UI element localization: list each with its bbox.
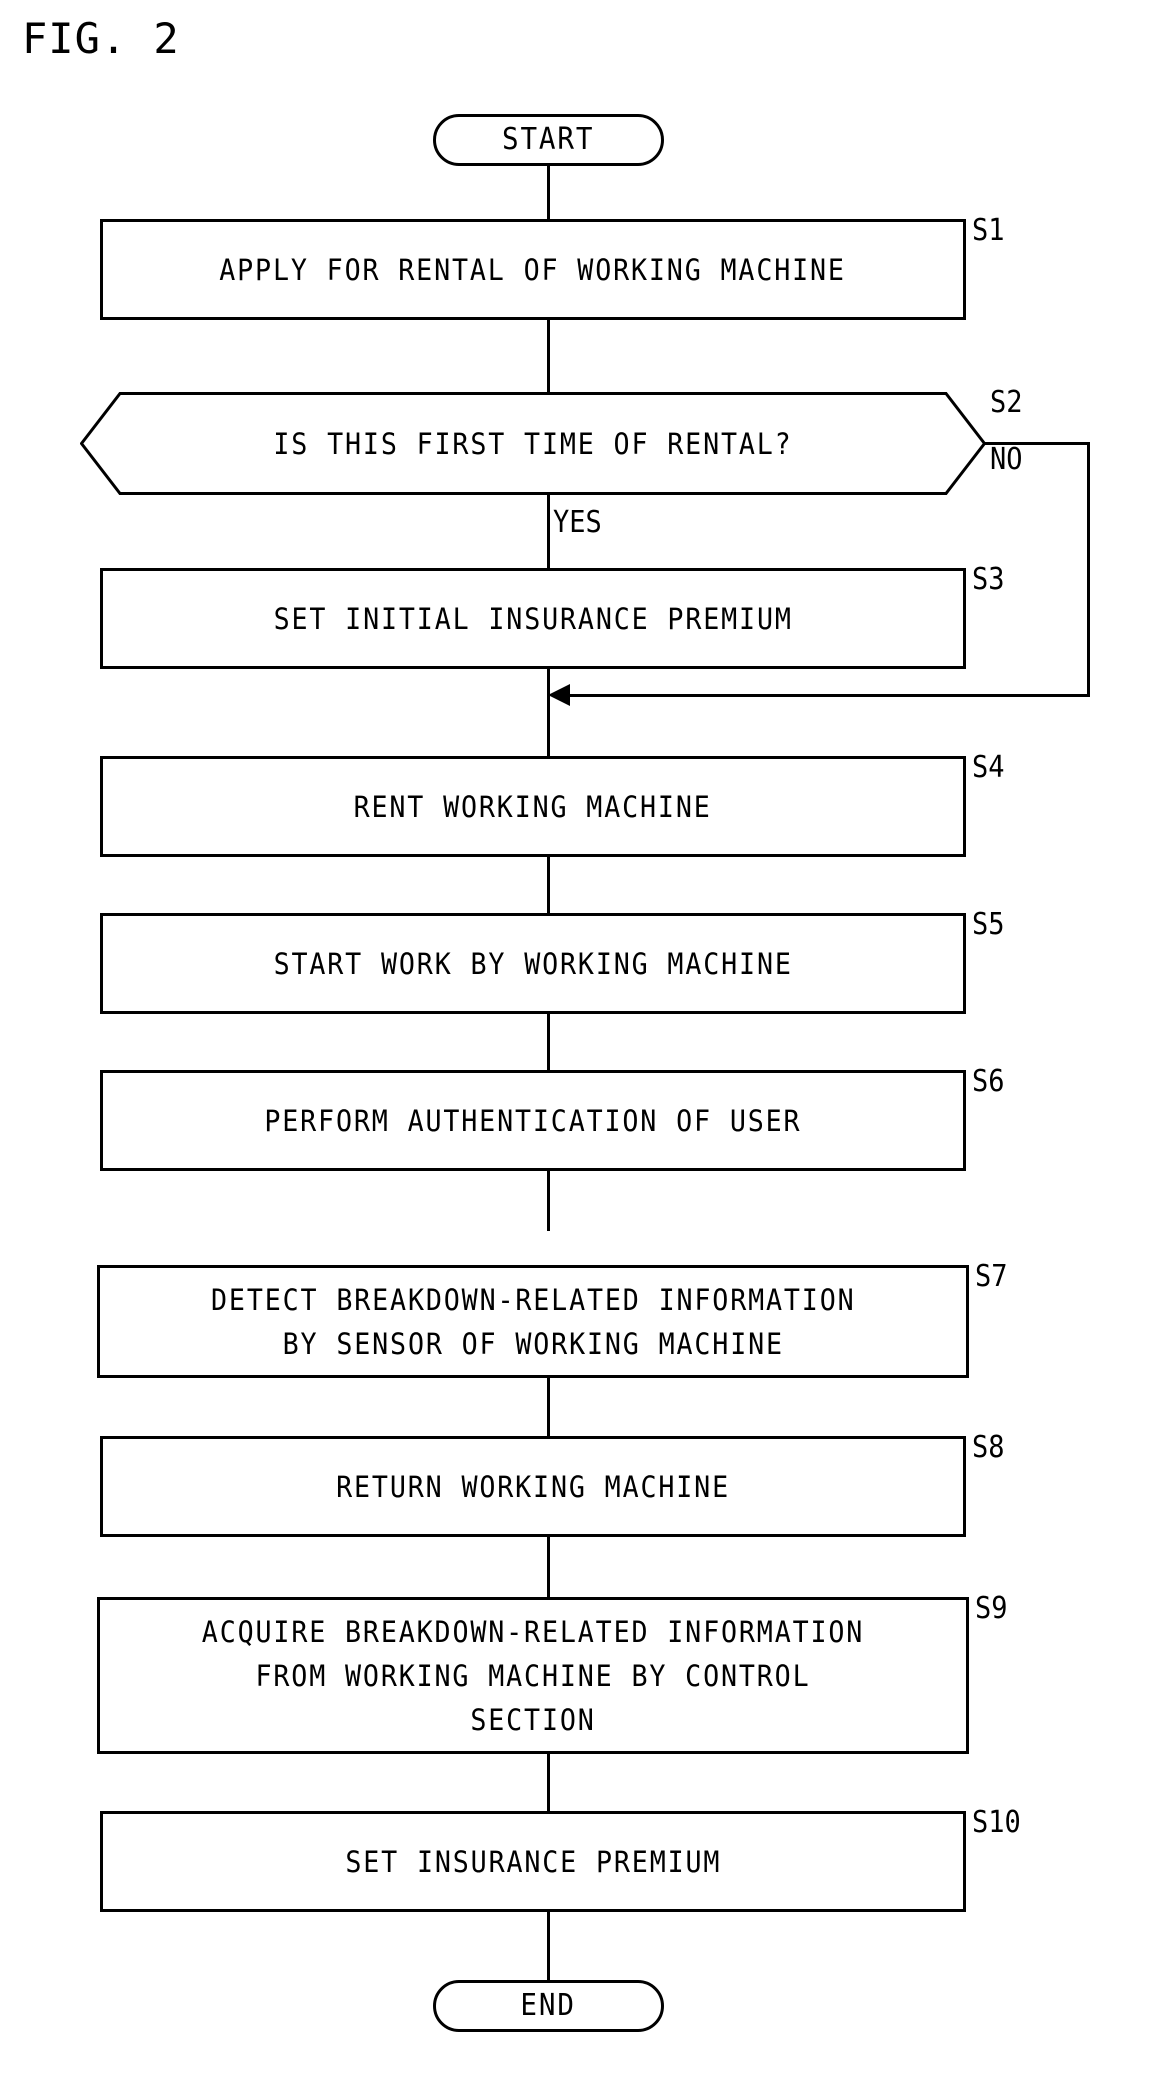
process-s4: RENT WORKING MACHINE bbox=[100, 756, 966, 857]
step-label-s4: S4 bbox=[972, 750, 1005, 785]
connector-yes-down bbox=[547, 495, 550, 568]
connector-s9-to-s10 bbox=[547, 1754, 550, 1811]
connector-s8-to-s9 bbox=[547, 1537, 550, 1597]
process-s6-label: PERFORM AUTHENTICATION OF USER bbox=[264, 1103, 802, 1138]
decision-s2: IS THIS FIRST TIME OF RENTAL? bbox=[80, 392, 986, 495]
start-terminal: START bbox=[433, 114, 664, 166]
step-label-s8: S8 bbox=[972, 1430, 1005, 1465]
process-s3-label: SET INITIAL INSURANCE PREMIUM bbox=[273, 601, 793, 636]
process-s1: APPLY FOR RENTAL OF WORKING MACHINE bbox=[100, 219, 966, 320]
connector-s7-to-s8 bbox=[547, 1378, 550, 1436]
process-s4-label: RENT WORKING MACHINE bbox=[353, 789, 713, 824]
process-s7: DETECT BREAKDOWN-RELATED INFORMATION BY … bbox=[97, 1265, 969, 1378]
process-s9-label: ACQUIRE BREAKDOWN-RELATED INFORMATION FR… bbox=[201, 1614, 865, 1737]
branch-label-yes: YES bbox=[553, 505, 602, 540]
figure-title: FIG. 2 bbox=[22, 14, 180, 63]
connector-no-down bbox=[1087, 442, 1090, 697]
process-s5: START WORK BY WORKING MACHINE bbox=[100, 913, 966, 1014]
process-s8-label: RETURN WORKING MACHINE bbox=[336, 1469, 730, 1504]
end-terminal: END bbox=[433, 1980, 664, 2032]
process-s5-label: START WORK BY WORKING MACHINE bbox=[273, 946, 793, 981]
step-label-s5: S5 bbox=[972, 907, 1005, 942]
process-s9: ACQUIRE BREAKDOWN-RELATED INFORMATION FR… bbox=[97, 1597, 969, 1754]
connector-s6-to-s7 bbox=[547, 1171, 550, 1231]
connector-s4-to-s5 bbox=[547, 857, 550, 913]
step-label-s6: S6 bbox=[972, 1064, 1005, 1099]
connector-start-to-s1 bbox=[547, 166, 550, 219]
figure-canvas: FIG. 2 START APPLY FOR RENTAL OF WORKING… bbox=[0, 0, 1176, 2079]
step-label-s10: S10 bbox=[972, 1805, 1021, 1840]
step-label-s1: S1 bbox=[972, 213, 1005, 248]
end-terminal-label: END bbox=[520, 1988, 577, 2023]
connector-s5-to-s6 bbox=[547, 1014, 550, 1070]
branch-label-no: NO bbox=[990, 442, 1023, 477]
start-terminal-label: START bbox=[502, 122, 595, 157]
step-label-s3: S3 bbox=[972, 562, 1005, 597]
process-s3: SET INITIAL INSURANCE PREMIUM bbox=[100, 568, 966, 669]
decision-s2-label: IS THIS FIRST TIME OF RENTAL? bbox=[273, 426, 793, 461]
process-s8: RETURN WORKING MACHINE bbox=[100, 1436, 966, 1537]
step-label-s7: S7 bbox=[975, 1259, 1008, 1294]
connector-s10-to-end bbox=[547, 1912, 550, 1980]
process-s7-label: DETECT BREAKDOWN-RELATED INFORMATION BY … bbox=[210, 1282, 856, 1361]
process-s10-label: SET INSURANCE PREMIUM bbox=[345, 1844, 721, 1879]
step-label-s9: S9 bbox=[975, 1591, 1008, 1626]
connector-s3-to-s4 bbox=[547, 669, 550, 756]
process-s6: PERFORM AUTHENTICATION OF USER bbox=[100, 1070, 966, 1171]
step-label-s2: S2 bbox=[990, 385, 1023, 420]
process-s1-label: APPLY FOR RENTAL OF WORKING MACHINE bbox=[219, 252, 847, 287]
connector-s1-to-s2 bbox=[547, 320, 550, 392]
arrowhead-no-return bbox=[548, 684, 570, 706]
process-s10: SET INSURANCE PREMIUM bbox=[100, 1811, 966, 1912]
connector-no-return bbox=[570, 694, 1090, 697]
